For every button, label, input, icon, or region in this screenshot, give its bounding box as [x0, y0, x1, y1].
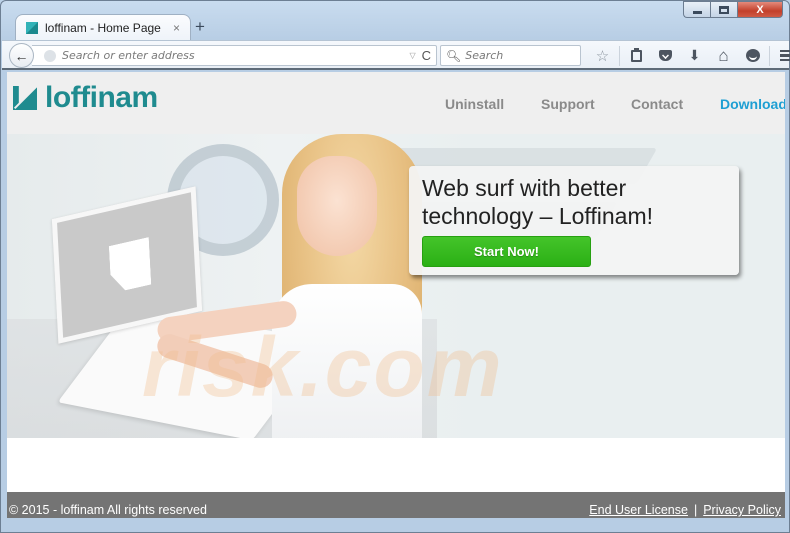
- window-controls: X: [683, 1, 783, 18]
- back-button[interactable]: ←: [9, 43, 34, 68]
- end-user-license-link[interactable]: End User License: [589, 503, 688, 517]
- home-icon[interactable]: ⌂: [709, 45, 738, 66]
- pocket-icon: [659, 50, 672, 61]
- start-now-button[interactable]: Start Now!: [422, 236, 591, 267]
- content-spacer: [7, 438, 785, 492]
- search-icon: 🔍︎: [446, 48, 462, 63]
- close-window-button[interactable]: X: [737, 1, 783, 18]
- privacy-policy-link[interactable]: Privacy Policy: [703, 503, 781, 517]
- nav-download[interactable]: Download: [720, 96, 785, 112]
- new-tab-button[interactable]: +: [195, 17, 205, 37]
- search-input[interactable]: [465, 49, 576, 62]
- browser-window: X loffinam - Home Page × + ▽ C ← 🔍︎ ☆ ⬇ …: [0, 0, 790, 533]
- hamburger-menu-icon: [780, 49, 790, 62]
- address-input[interactable]: [62, 49, 410, 62]
- hero-banner: risk.com Web surf with better technology…: [7, 134, 785, 438]
- maximize-icon: [719, 5, 729, 14]
- reading-list-button[interactable]: [622, 45, 651, 66]
- nav-support[interactable]: Support: [541, 96, 595, 112]
- toolbar-separator: [619, 45, 620, 66]
- tab-loffinam-home[interactable]: loffinam - Home Page ×: [15, 14, 191, 41]
- close-icon: X: [756, 3, 764, 16]
- toolbar-icons: ☆ ⬇ ⌂: [588, 45, 790, 66]
- watermark-text: risk.com: [142, 320, 504, 414]
- nav-contact[interactable]: Contact: [631, 96, 683, 112]
- laptop-logo-icon: [109, 237, 151, 294]
- main-nav: Uninstall Support Contact Download: [7, 96, 785, 116]
- promo-box: Web surf with better technology – Loffin…: [409, 166, 739, 275]
- footer-links: End User License | Privacy Policy: [589, 503, 781, 517]
- hello-button[interactable]: [738, 45, 767, 66]
- download-icon[interactable]: ⬇: [680, 45, 709, 66]
- site-header: loffinam Uninstall Support Contact Downl…: [7, 72, 785, 134]
- tab-close-icon[interactable]: ×: [173, 21, 180, 35]
- maximize-button[interactable]: [710, 1, 737, 18]
- globe-icon: [44, 49, 56, 62]
- minimize-button[interactable]: [683, 1, 710, 18]
- search-bar[interactable]: 🔍︎: [440, 45, 581, 66]
- favicon-icon: [26, 22, 38, 34]
- bookmark-star-icon[interactable]: ☆: [588, 45, 617, 66]
- page-viewport: loffinam Uninstall Support Contact Downl…: [7, 72, 785, 518]
- hello-icon: [745, 49, 760, 62]
- site-footer: © 2015 - loffinam All rights reserved En…: [7, 492, 785, 518]
- back-arrow-icon: ←: [14, 47, 29, 64]
- tab-title: loffinam - Home Page: [45, 21, 161, 35]
- navigation-toolbar: ▽ C ← 🔍︎ ☆ ⬇ ⌂: [2, 40, 790, 70]
- woman-face-image: [297, 156, 377, 256]
- reload-icon[interactable]: C: [422, 48, 431, 63]
- history-dropdown-icon[interactable]: ▽: [409, 51, 415, 60]
- pocket-button[interactable]: [651, 45, 680, 66]
- promo-headline: Web surf with better technology – Loffin…: [422, 175, 654, 229]
- address-bar[interactable]: ▽ C: [32, 45, 437, 66]
- reading-list-icon: [631, 47, 642, 62]
- copyright-text: © 2015 - loffinam All rights reserved: [9, 503, 207, 517]
- minimize-icon: [692, 10, 702, 14]
- footer-separator: |: [693, 503, 698, 517]
- menu-button[interactable]: [772, 45, 790, 66]
- toolbar-separator: [769, 45, 770, 66]
- nav-uninstall[interactable]: Uninstall: [445, 96, 504, 112]
